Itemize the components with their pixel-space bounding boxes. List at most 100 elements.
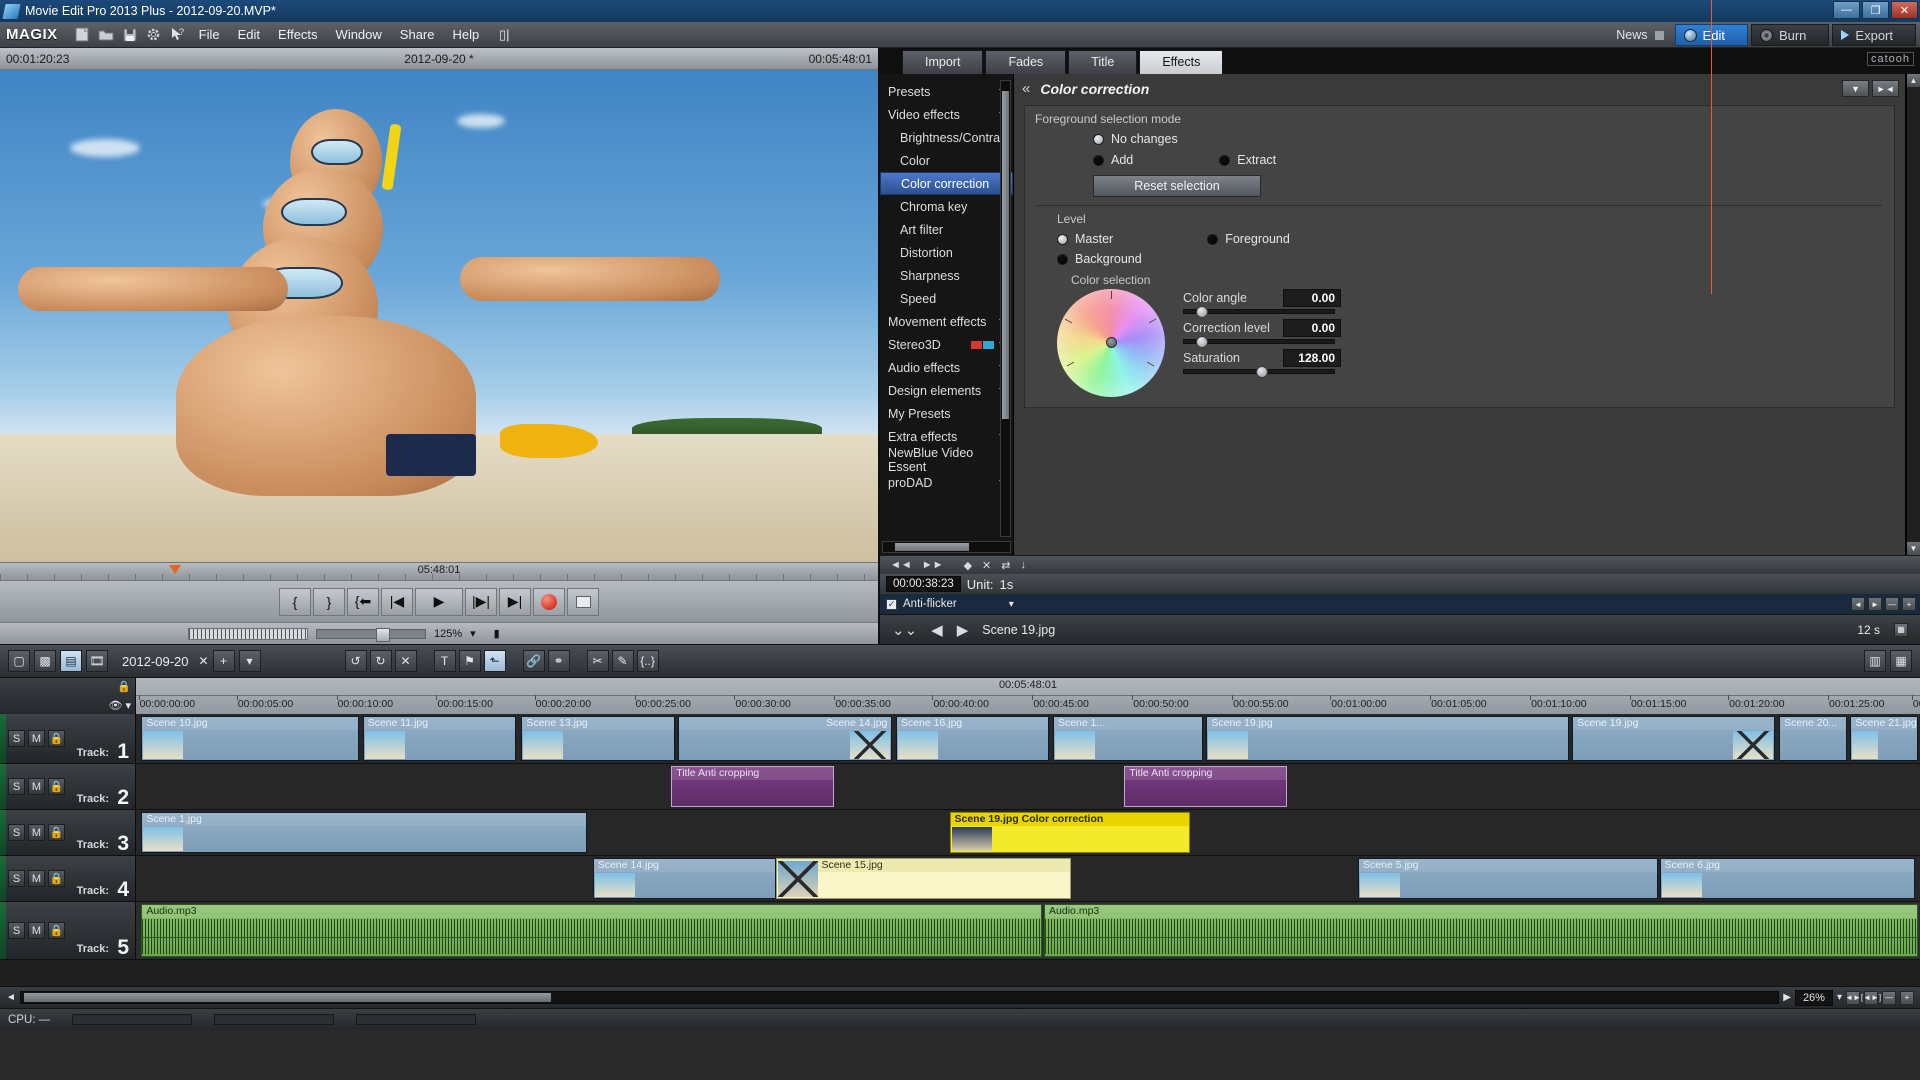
timeline-clip[interactable]: Scene 19.jpg	[1206, 716, 1569, 761]
skip-end-button[interactable]: ▶|	[499, 587, 531, 616]
skip-start-button[interactable]: |◀	[381, 587, 413, 616]
effect-zoom-in-icon[interactable]: +	[1902, 597, 1916, 611]
fx-item-color-correction[interactable]: Color correction	[880, 172, 1013, 195]
timeline-clip[interactable]: Scene 14.jpg	[678, 716, 893, 761]
set-in-point-button[interactable]: {	[279, 587, 311, 616]
delete-button[interactable]: ✕	[394, 650, 417, 672]
undo-button[interactable]: ↺	[344, 650, 367, 672]
fx-item-prodad[interactable]: proDAD	[880, 471, 1013, 494]
track-header[interactable]: S M 🔒 Track: 5	[0, 902, 136, 959]
radio-master[interactable]: Master	[1057, 232, 1113, 246]
timeline-clip[interactable]: Scene 20...	[1779, 716, 1847, 761]
radio-background[interactable]: Background	[1057, 252, 1142, 266]
fullscreen-button[interactable]	[567, 587, 599, 616]
mute-button[interactable]: M	[28, 778, 45, 795]
timeline-clip[interactable]: Scene 14.jpg	[592, 858, 777, 899]
timeline-clip[interactable]: Scene 5.jpg	[1358, 858, 1658, 899]
scroll-thumb[interactable]	[23, 993, 552, 1002]
nav-next-clip-button[interactable]: ▶	[957, 621, 969, 639]
fit-selection-icon[interactable]: [◄►]	[1861, 990, 1881, 1005]
solo-button[interactable]: S	[8, 730, 25, 747]
preview-volume-slider[interactable]	[316, 627, 426, 642]
fx-item-newblue[interactable]: NewBlue Video Essent	[880, 446, 1013, 474]
track-header[interactable]: S M 🔒 Track: 3	[0, 810, 136, 855]
effect-scroll-right-icon[interactable]: ►	[1868, 597, 1882, 611]
preview-zoom-dropdown-icon[interactable]: ▾	[470, 627, 476, 640]
scroll-thumb[interactable]	[895, 543, 969, 551]
zoom-dropdown-icon[interactable]: ▾	[1837, 992, 1842, 1003]
timeline-clip[interactable]: Scene 1...	[1052, 716, 1203, 761]
solo-button[interactable]: S	[8, 824, 25, 841]
keyframe-prev-icon[interactable]: ◄◄	[890, 559, 912, 571]
record-button[interactable]	[533, 587, 565, 616]
effect-scroll-left-icon[interactable]: ◄	[1851, 597, 1865, 611]
timeline-clip[interactable]: Scene 1.jpg	[141, 812, 588, 853]
lock-icon[interactable]: 🔒	[48, 824, 65, 841]
timeline-clip[interactable]: Scene 21.jpg	[1850, 716, 1919, 761]
link-button[interactable]: 🔗	[522, 650, 545, 672]
mode-export-button[interactable]: Export	[1832, 24, 1916, 46]
fx-item-design-elements[interactable]: Design elements	[880, 379, 1013, 402]
solo-button[interactable]: S	[8, 778, 25, 795]
saturation-slider[interactable]	[1183, 365, 1335, 378]
timeline-clip[interactable]: Scene 10.jpg	[141, 716, 359, 761]
lock-icon[interactable]: 🔒	[48, 778, 65, 795]
open-folder-icon[interactable]	[96, 25, 116, 45]
radio-no-changes[interactable]: No changes	[1093, 132, 1178, 146]
tab-fades[interactable]: Fades	[985, 50, 1067, 74]
timeline-scroll-right-icon[interactable]: ▶	[1783, 992, 1791, 1003]
set-out-point-button[interactable]: }	[313, 587, 345, 616]
menu-window[interactable]: Window	[327, 24, 391, 45]
timeline-clip[interactable]: Audio.mp3	[1044, 904, 1919, 957]
slider-knob[interactable]	[1196, 335, 1208, 348]
effects-tree-hscrollbar[interactable]	[882, 541, 1011, 553]
effects-tree-vscrollbar[interactable]	[1000, 80, 1011, 537]
timeline-clip[interactable]: Scene 6.jpg	[1659, 858, 1915, 899]
mute-button[interactable]: M	[28, 824, 45, 841]
track-header[interactable]: S M 🔒 Track: 2	[0, 764, 136, 809]
timeline-clip[interactable]: Scene 19.jpg	[1572, 716, 1776, 761]
fx-item-sharpness[interactable]: Sharpness	[880, 264, 1013, 287]
fx-item-brightness-contrast[interactable]: Brightness/Contrast	[880, 126, 1013, 149]
fx-item-movement-effects[interactable]: Movement effects	[880, 310, 1013, 333]
preview-position-marker[interactable]	[168, 565, 181, 574]
scroll-up-arrow[interactable]: ▲	[1907, 74, 1920, 87]
solo-button[interactable]: S	[8, 870, 25, 887]
slider-knob[interactable]	[376, 627, 391, 642]
timeline-clip[interactable]: Title Anti cropping	[1124, 766, 1287, 807]
solo-button[interactable]: S	[8, 922, 25, 939]
scroll-thumb[interactable]	[1002, 91, 1009, 419]
effect-timecode[interactable]: 00:00:38:23	[886, 576, 961, 592]
unlink-button[interactable]: ⚭	[547, 650, 570, 672]
mute-button[interactable]: M	[28, 730, 45, 747]
fx-item-audio-effects[interactable]: Audio effects	[880, 356, 1013, 379]
mouse-mode-button[interactable]: ⬑	[483, 650, 506, 672]
maximize-button[interactable]: ❐	[1862, 1, 1889, 19]
timeline-clip[interactable]: Title Anti cropping	[671, 766, 834, 807]
keyframe-move-icon[interactable]: ⇄	[1001, 559, 1010, 572]
fx-item-presets[interactable]: Presets	[880, 80, 1013, 103]
fx-item-stereo3d[interactable]: Stereo3D	[880, 333, 1013, 356]
catooh-brand-label[interactable]: catooh	[1866, 52, 1914, 66]
timeline-hscrollbar[interactable]	[19, 991, 1780, 1004]
scroll-down-arrow[interactable]: ▼	[1907, 542, 1920, 555]
menu-share[interactable]: Share	[391, 24, 444, 45]
keyframe-add-icon[interactable]: ◆	[964, 559, 972, 572]
nav-collapse-icon[interactable]: ⌄⌄	[892, 621, 917, 639]
next-frame-button[interactable]: |▶|	[465, 587, 497, 616]
lock-icon[interactable]: 🔒	[48, 870, 65, 887]
preview-scrubber[interactable]: 05:48:01	[0, 562, 878, 580]
fit-width-icon[interactable]: ◄►	[1845, 990, 1861, 1005]
jump-to-in-button[interactable]: {⬅	[347, 587, 379, 616]
effect-track-dropdown-icon[interactable]: ▾	[1009, 599, 1014, 610]
redo-button[interactable]: ↻	[369, 650, 392, 672]
timeline-scroll-left-icon[interactable]: ◄	[6, 992, 16, 1003]
project-dropdown-button[interactable]: ▾	[238, 650, 261, 672]
correction-level-slider[interactable]	[1183, 335, 1335, 348]
menu-help[interactable]: Help	[444, 24, 489, 45]
saturation-input[interactable]	[1283, 348, 1341, 367]
panel-vscrollbar[interactable]: ▲ ▼	[1906, 74, 1920, 555]
new-document-icon[interactable]	[72, 25, 92, 45]
panel-menu-button[interactable]: ▼	[1842, 80, 1869, 97]
unit-value[interactable]: 1s	[1000, 577, 1014, 592]
